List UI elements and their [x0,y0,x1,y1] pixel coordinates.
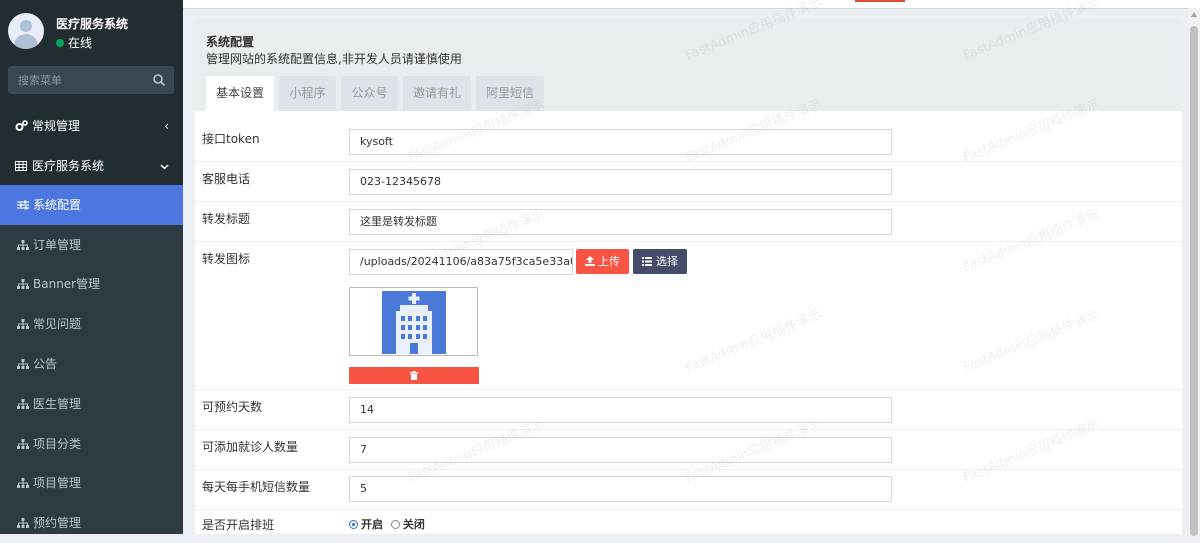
sidebar-item-label: 订单管理 [33,238,82,252]
sidebar-item-label: 医生管理 [33,397,82,411]
field-label: 是否开启排班 [202,518,275,532]
daily-sms-field[interactable]: 5 [349,476,892,502]
scroll-up-icon[interactable] [1191,12,1197,17]
tab-invite[interactable]: 邀请有礼 [403,76,471,111]
table-icon [14,146,28,186]
panel-heading: 系统配置 管理网站的系统配置信息,非开发人员请谨慎使用 基本设置 小程序 公众号… [195,18,1182,111]
row-scheduling: 是否开启排班 开启 关闭 [195,509,1182,534]
select-button[interactable]: 选择 [633,249,687,274]
delete-image-button[interactable] [349,367,479,384]
sidebar-item-orders[interactable]: 订单管理 [0,225,183,265]
chevron-down-icon [160,146,169,186]
scrollbar-thumb[interactable] [1190,26,1198,536]
field-label: 转发标题 [202,212,251,226]
user-name: 医疗服务系统 [56,17,129,31]
upload-button-label: 上传 [598,255,620,268]
sidebar-item-general[interactable]: 常规管理 ‹ [0,106,183,146]
avatar [8,13,44,49]
service-phone-field[interactable]: 023-12345678 [349,169,892,195]
field-label: 客服电话 [202,172,251,186]
field-label: 可预约天数 [202,400,263,414]
top-accent [855,0,905,2]
cogs-icon [14,106,28,146]
radio-label: 开启 [361,518,383,531]
sitemap-icon [16,384,30,424]
sidebar-item-doctors[interactable]: 医生管理 [0,384,183,424]
share-icon-preview[interactable] [349,287,478,356]
sliders-icon [16,185,30,225]
sitemap-icon [16,304,30,344]
radio-label: 关闭 [402,518,425,531]
field-label: 接口token [202,132,260,146]
online-dot-icon [56,39,64,47]
share-icon-path-field[interactable]: /uploads/20241106/a83a75f3ca5e33a00cdec [349,249,573,275]
sidebar: 医疗服务系统 在线 常规管理 ‹ 医疗服务系统 系统配置 订单管理 Banner… [0,0,183,534]
upload-button[interactable]: 上传 [576,249,629,274]
user-status-label: 在线 [68,36,93,50]
share-title-field[interactable]: 这里是转发标题 [349,209,892,235]
search-icon[interactable] [152,73,166,87]
sidebar-item-projects[interactable]: 项目管理 [0,463,183,503]
chevron-left-icon: ‹ [164,119,169,133]
max-patients-field[interactable]: 7 [349,437,892,463]
config-panel: 系统配置 管理网站的系统配置信息,非开发人员请谨慎使用 基本设置 小程序 公众号… [195,18,1182,534]
user-status: 在线 [56,34,92,51]
tab-aliyun-sms[interactable]: 阿里短信 [476,76,544,111]
scheduling-radio-group: 开启 关闭 [349,516,425,532]
list-icon [642,257,652,266]
sitemap-icon [16,463,30,503]
tab-basic[interactable]: 基本设置 [206,76,274,111]
tab-official-account[interactable]: 公众号 [341,76,398,111]
top-strip [183,0,1200,9]
sidebar-item-banner[interactable]: Banner管理 [0,264,183,304]
user-panel: 医疗服务系统 在线 [0,0,183,62]
hospital-icon [382,291,446,354]
field-label: 转发图标 [202,252,251,266]
trash-icon [410,371,418,380]
sitemap-icon [16,264,30,304]
page-scrollbar[interactable] [1188,8,1200,536]
row-share-icon: 转发图标 [195,241,1182,390]
sidebar-item-label: 常规管理 [32,119,81,133]
sidebar-item-appointments[interactable]: 预约管理 [0,503,183,543]
field-label: 每天每手机短信数量 [202,480,311,494]
scheduling-off-radio[interactable] [390,520,400,529]
sidebar-item-label: 医疗服务系统 [32,159,105,173]
sitemap-icon [16,503,30,543]
sidebar-item-label: 常见问题 [33,317,82,331]
sidebar-item-label: 预约管理 [33,516,82,530]
sidebar-item-medical[interactable]: 医疗服务系统 [0,146,183,186]
api-token-field[interactable]: kysoft [349,129,892,155]
sitemap-icon [16,344,30,384]
sidebar-item-faq[interactable]: 常见问题 [0,304,183,344]
sidebar-search [8,66,174,94]
sitemap-icon [16,225,30,265]
bookable-days-field[interactable]: 14 [349,397,892,423]
field-label: 可添加就诊人数量 [202,440,299,454]
search-input[interactable] [8,66,148,94]
sidebar-item-label: Banner管理 [33,277,101,291]
scheduling-on-radio[interactable] [349,520,358,529]
tab-miniprogram[interactable]: 小程序 [279,76,336,111]
upload-icon [585,256,595,266]
select-button-label: 选择 [656,255,678,268]
sitemap-icon [16,424,30,464]
sidebar-item-label: 项目分类 [33,437,82,451]
sidebar-item-label: 系统配置 [33,198,82,212]
sidebar-item-label: 公告 [33,357,58,371]
sidebar-item-notice[interactable]: 公告 [0,344,183,384]
page-description: 管理网站的系统配置信息,非开发人员请谨慎使用 [206,52,462,66]
page-title: 系统配置 [206,35,255,49]
sidebar-item-categories[interactable]: 项目分类 [0,424,183,464]
sidebar-item-system-config[interactable]: 系统配置 [0,185,183,225]
sidebar-item-label: 项目管理 [33,476,82,490]
